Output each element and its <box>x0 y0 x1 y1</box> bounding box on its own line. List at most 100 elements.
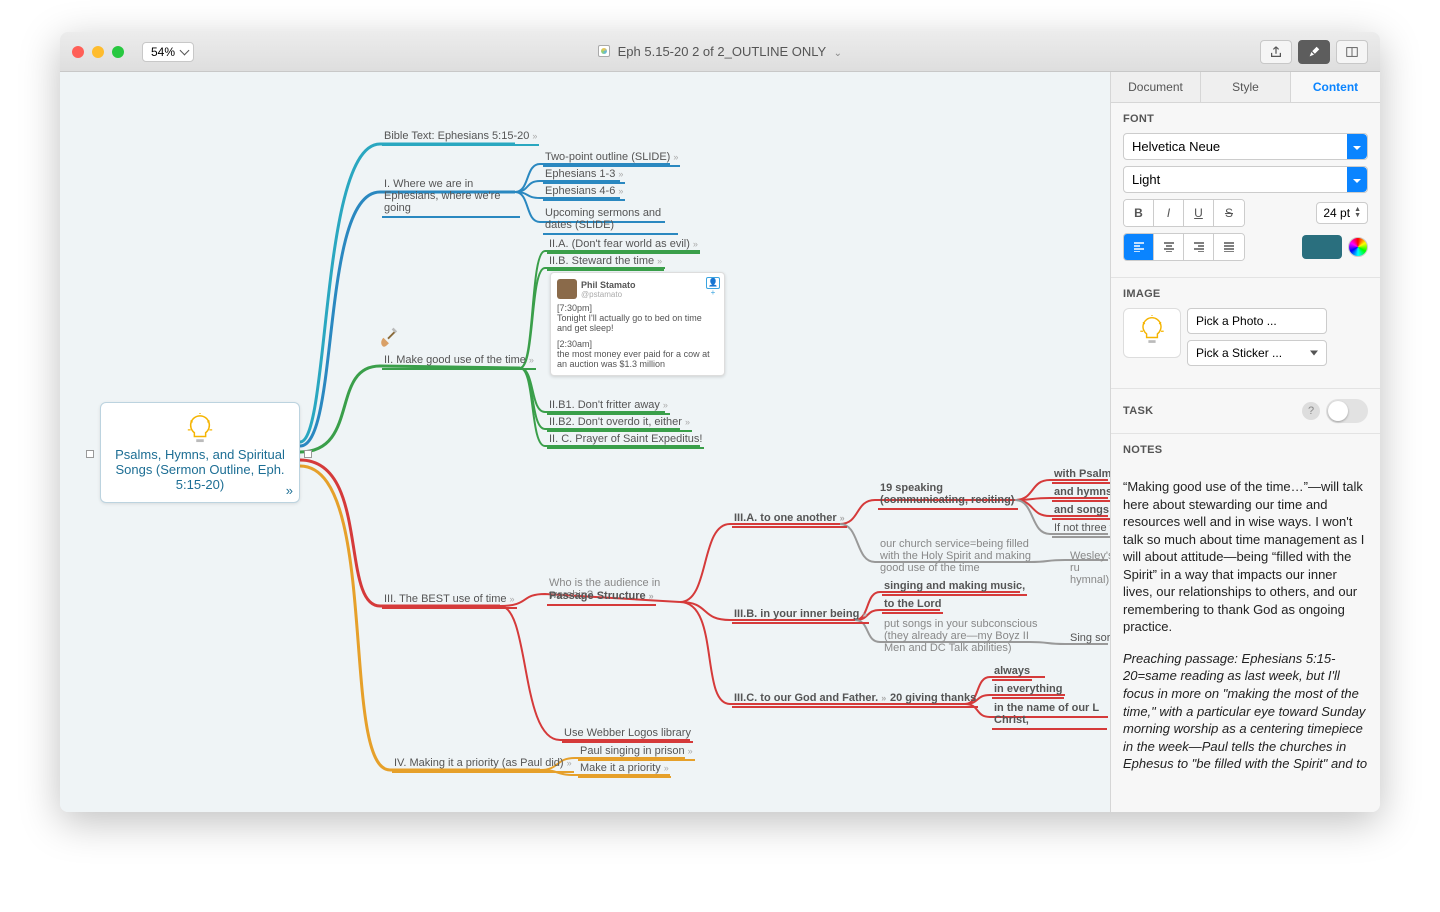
color-picker-icon[interactable] <box>1348 237 1368 257</box>
font-label: FONT <box>1123 113 1368 125</box>
align-segment <box>1123 233 1245 261</box>
node-inevery[interactable]: in everything <box>992 683 1064 699</box>
node-section-iv[interactable]: IV. Making it a priority (as Paul did)» <box>392 757 574 773</box>
node-singing[interactable]: singing and making music, <box>882 580 1027 596</box>
node-iiib[interactable]: III.B. in your inner being» <box>732 608 869 624</box>
font-weight-select[interactable]: Light <box>1123 166 1368 193</box>
tweet-body-2: the most money ever paid for a cow at an… <box>557 349 718 369</box>
underline-button[interactable]: U <box>1184 200 1214 226</box>
node-passage[interactable]: Passage Structure» <box>547 590 656 606</box>
node-upcoming[interactable]: Upcoming sermons and dates (SLIDE) <box>543 207 678 235</box>
align-justify-button[interactable] <box>1214 234 1244 260</box>
close-icon[interactable] <box>72 46 84 58</box>
align-left-button[interactable] <box>1124 234 1154 260</box>
tweet-time-1: [7:30pm] <box>557 303 718 313</box>
bold-button[interactable]: B <box>1124 200 1154 226</box>
node-iic[interactable]: II. C. Prayer of Saint Expeditus! <box>547 433 704 449</box>
node-ifnot[interactable]: If not three ty <box>1052 522 1110 538</box>
shovel-icon <box>377 324 399 352</box>
zoom-icon[interactable] <box>112 46 124 58</box>
node-wesley[interactable]: Wesley's ru hymnal) <box>1068 550 1110 588</box>
node-iib2[interactable]: II.B2. Don't overdo it, either» <box>547 416 692 432</box>
lightbulb-icon <box>185 413 215 443</box>
node-bible-text[interactable]: Bible Text: Ephesians 5:15-20» <box>382 130 539 146</box>
inspector-sidebar: Document Style Content FONT Helvetica Ne… <box>1110 72 1380 812</box>
task-label: TASK <box>1123 405 1153 417</box>
node-eph-1-3[interactable]: Ephesians 1-3» <box>543 168 625 184</box>
align-center-button[interactable] <box>1154 234 1184 260</box>
pick-photo-button[interactable]: Pick a Photo ... <box>1187 308 1327 334</box>
help-icon[interactable]: ? <box>1302 402 1320 420</box>
node-iib[interactable]: II.B. Steward the time» <box>547 255 664 271</box>
notes-textarea[interactable]: “Making good use of the time…”—will talk… <box>1111 468 1380 812</box>
node-always[interactable]: always <box>992 665 1032 681</box>
titlebar: 54% Eph 5.15-20 2 of 2_OUTLINE ONLY ⌄ <box>60 32 1380 72</box>
expand-icon[interactable]: » <box>286 483 293 498</box>
node-inname[interactable]: in the name of our L Christ, <box>992 702 1107 730</box>
italic-button[interactable]: I <box>1154 200 1184 226</box>
node-putsongs[interactable]: put songs in your subconscious (they alr… <box>882 618 1042 656</box>
node-songsin[interactable]: and songs in <box>1052 504 1110 520</box>
lightbulb-icon <box>1137 315 1167 351</box>
align-right-button[interactable] <box>1184 234 1214 260</box>
tab-content[interactable]: Content <box>1291 72 1380 102</box>
stepper-arrows[interactable]: ▲▼ <box>1354 207 1361 219</box>
resize-handle-right[interactable] <box>304 450 312 458</box>
node-makepri[interactable]: Make it a priority» <box>578 762 671 778</box>
node-section-iii[interactable]: III. The BEST use of time» <box>382 593 517 609</box>
inspector-button[interactable] <box>1298 40 1330 64</box>
node-singsor[interactable]: Sing sor <box>1068 632 1110 646</box>
panels-button[interactable] <box>1336 40 1368 64</box>
document-title: Eph 5.15-20 2 of 2_OUTLINE ONLY ⌄ <box>60 44 1380 59</box>
notes-header: NOTES <box>1111 434 1380 468</box>
font-size-stepper[interactable]: 24 pt ▲▼ <box>1316 202 1368 224</box>
share-button[interactable] <box>1260 40 1292 64</box>
node-iiic[interactable]: III.C. to our God and Father.» <box>732 692 888 708</box>
node-section-ii[interactable]: II. Make good use of the time» <box>382 354 536 370</box>
notes-p1: “Making good use of the time…”—will talk… <box>1123 478 1368 636</box>
node-church[interactable]: our church service=being filled with the… <box>878 538 1038 576</box>
document-icon <box>598 45 610 57</box>
node-eph-4-6[interactable]: Ephesians 4-6» <box>543 185 625 201</box>
minimize-icon[interactable] <box>92 46 104 58</box>
node-iiia[interactable]: III.A. to one another» <box>732 512 847 528</box>
resize-handle-left[interactable] <box>86 450 94 458</box>
tweet-handle: @pstamato <box>581 290 636 299</box>
tab-document[interactable]: Document <box>1111 72 1201 102</box>
inspector-tabs: Document Style Content <box>1111 72 1380 103</box>
title-text: Eph 5.15-20 2 of 2_OUTLINE ONLY <box>618 44 826 59</box>
text-color-swatch[interactable] <box>1302 235 1342 259</box>
node-webber[interactable]: Use Webber Logos library <box>562 727 693 743</box>
image-well[interactable] <box>1123 308 1181 358</box>
node-two-point[interactable]: Two-point outline (SLIDE)» <box>543 151 680 167</box>
columns-icon <box>1345 45 1359 59</box>
pick-sticker-button[interactable]: Pick a Sticker ... <box>1187 340 1327 366</box>
node-section-i[interactable]: I. Where we are in Ephesians, where we'r… <box>382 178 520 218</box>
task-toggle[interactable] <box>1326 399 1368 423</box>
node-speaking[interactable]: 19 speaking (communicating, reciting) <box>878 482 1018 510</box>
window-controls <box>72 46 124 58</box>
node-psalms[interactable]: with Psalms <box>1052 468 1110 484</box>
font-size-value: 24 pt <box>1323 206 1350 220</box>
contact-icon: 👤+ <box>706 277 720 289</box>
font-family-select[interactable]: Helvetica Neue <box>1123 133 1368 160</box>
image-label: IMAGE <box>1123 288 1368 300</box>
tab-style[interactable]: Style <box>1201 72 1291 102</box>
node-hymns[interactable]: and hymns <box>1052 486 1110 502</box>
node-iib1[interactable]: II.B1. Don't fritter away» <box>547 399 670 415</box>
tweet-name: Phil Stamato <box>581 280 636 290</box>
mindmap-canvas[interactable]: Psalms, Hymns, and Spiritual Songs (Serm… <box>60 72 1110 812</box>
toolbar-right <box>1260 40 1368 64</box>
app-window: 54% Eph 5.15-20 2 of 2_OUTLINE ONLY ⌄ <box>60 32 1380 812</box>
text-style-segment: B I U S <box>1123 199 1245 227</box>
node-tolord[interactable]: to the Lord <box>882 598 943 614</box>
chevron-down-icon[interactable]: ⌄ <box>834 48 842 59</box>
strike-button[interactable]: S <box>1214 200 1244 226</box>
root-title: Psalms, Hymns, and Spiritual Songs (Serm… <box>111 447 289 492</box>
node-iia[interactable]: II.A. (Don't fear world as evil)» <box>547 238 700 254</box>
tweet-card[interactable]: 👤+ Phil Stamato@pstamato [7:30pm] Tonigh… <box>550 272 725 376</box>
node-paul[interactable]: Paul singing in prison» <box>578 745 695 761</box>
root-node[interactable]: Psalms, Hymns, and Spiritual Songs (Serm… <box>100 402 300 503</box>
zoom-select[interactable]: 54% <box>142 42 194 62</box>
node-thanks[interactable]: 20 giving thanks <box>888 692 978 708</box>
